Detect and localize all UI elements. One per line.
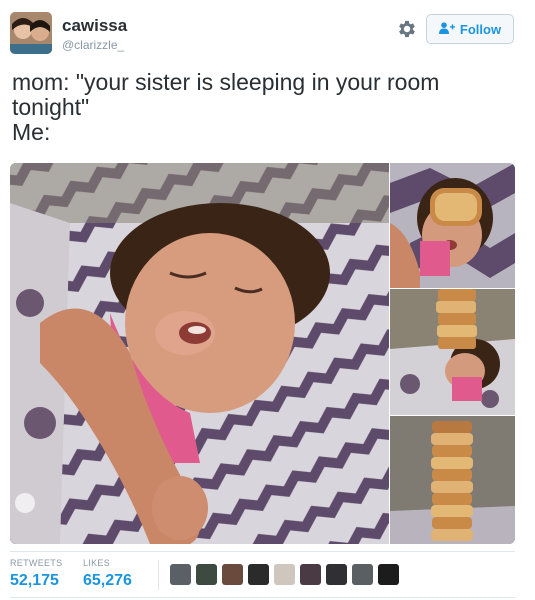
retweets-stat[interactable]: RETWEETS 52,175 [10, 558, 62, 590]
liker-avatar[interactable] [248, 564, 269, 585]
follow-button[interactable]: Follow [426, 14, 514, 44]
likes-count: 65,276 [83, 572, 132, 589]
tweet-line: Me: [12, 119, 51, 145]
tweet-photo-main[interactable] [10, 163, 389, 544]
liker-avatar[interactable] [196, 564, 217, 585]
likes-label: LIKES [83, 558, 111, 568]
display-name[interactable]: cawissa [62, 16, 127, 36]
likes-stat[interactable]: LIKES 65,276 [83, 558, 132, 590]
retweets-count: 52,175 [10, 572, 59, 589]
tweet-photo-4[interactable] [390, 416, 515, 544]
retweets-label: RETWEETS [10, 558, 63, 568]
tweet-photo-2[interactable] [390, 163, 515, 288]
user-avatar[interactable] [10, 12, 52, 54]
tweet-text: mom: "your sister is sleeping in your ro… [12, 70, 517, 145]
liker-avatar[interactable] [352, 564, 373, 585]
tweet-line: mom: "your sister is sleeping in your ro… [12, 69, 440, 95]
stats-divider [158, 560, 159, 590]
add-user-icon [438, 21, 455, 37]
liker-avatar[interactable] [222, 564, 243, 585]
liker-avatar[interactable] [274, 564, 295, 585]
follow-label: Follow [459, 21, 502, 37]
tweet-line: tonight" [12, 94, 90, 120]
tweet-photo-3[interactable] [390, 289, 515, 415]
gear-icon[interactable] [396, 18, 418, 40]
liker-avatar[interactable] [378, 564, 399, 585]
divider [10, 551, 515, 552]
user-handle[interactable]: @clarizzle_ [62, 38, 124, 52]
liker-avatar[interactable] [170, 564, 191, 585]
divider [10, 597, 515, 598]
liker-avatar[interactable] [300, 564, 321, 585]
liker-avatar[interactable] [326, 564, 347, 585]
